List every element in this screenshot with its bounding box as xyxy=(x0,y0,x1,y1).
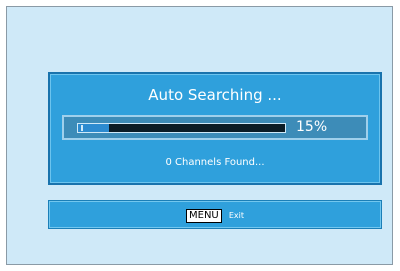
auto-search-dialog: Auto Searching ... 15% 0 Channels Found.… xyxy=(48,72,382,185)
channels-found-status: 0 Channels Found... xyxy=(165,157,265,168)
progress-percent: 15% xyxy=(296,119,328,135)
progress-bar xyxy=(77,123,286,133)
dialog-title: Auto Searching ... xyxy=(148,86,282,104)
menu-exit-hint[interactable]: MENU Exit xyxy=(49,208,381,223)
footer-hint-bar: MENU Exit xyxy=(48,200,382,229)
menu-key-label[interactable]: MENU xyxy=(186,208,222,223)
progress-start-marker xyxy=(81,125,83,131)
tv-screen: Auto Searching ... 15% 0 Channels Found.… xyxy=(6,6,393,265)
exit-label: Exit xyxy=(228,210,244,220)
progress-panel: 15% xyxy=(62,115,368,140)
